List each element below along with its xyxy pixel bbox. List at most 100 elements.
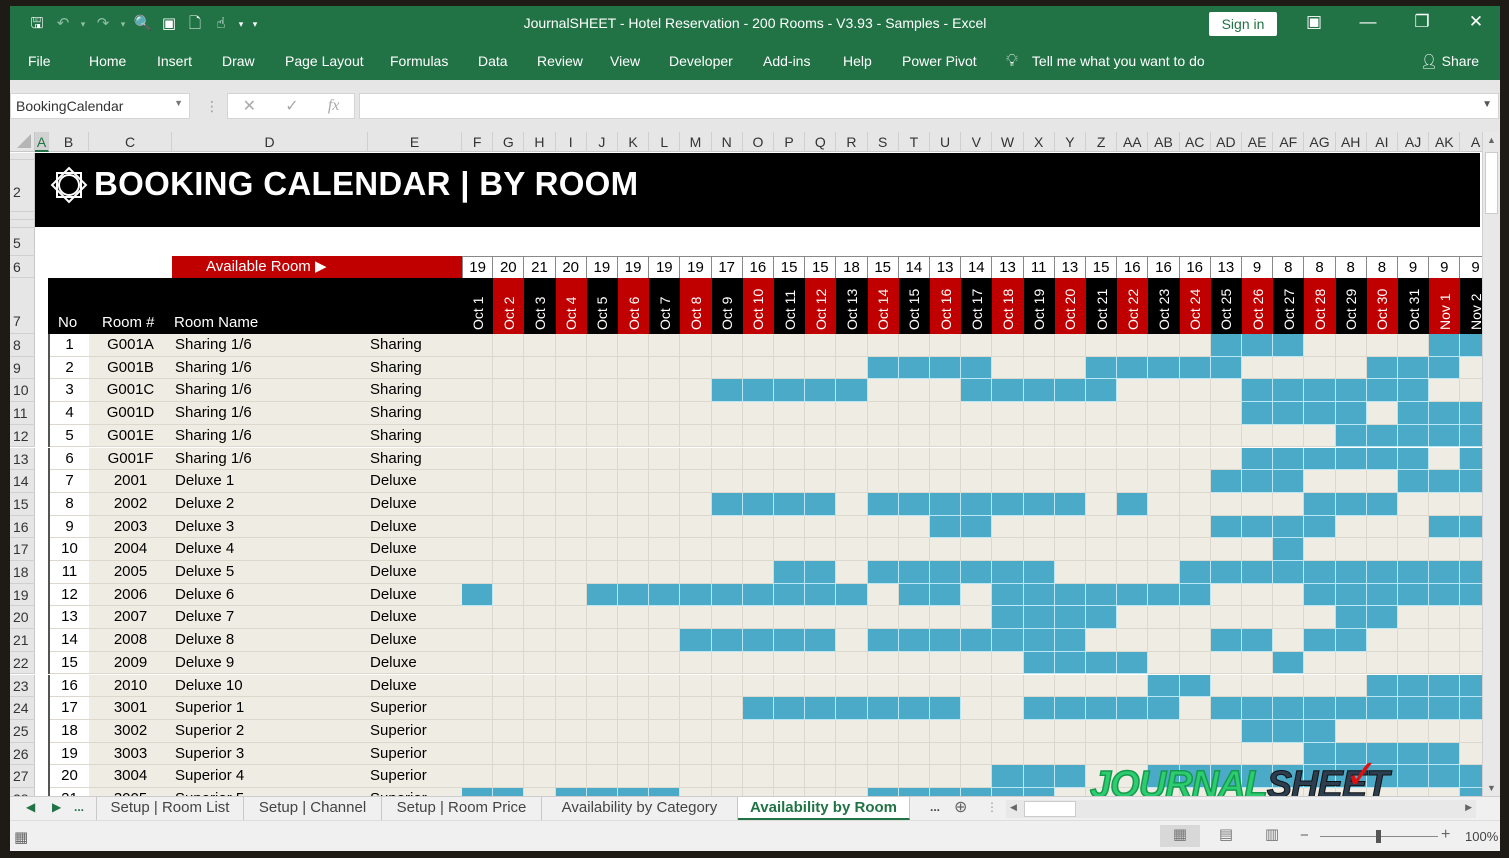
booked-cell[interactable] [992, 606, 1024, 630]
available-cell[interactable] [867, 583, 899, 607]
available-cell[interactable] [1398, 651, 1430, 675]
available-cell[interactable] [1117, 447, 1149, 471]
available-cell[interactable] [805, 674, 837, 698]
macro-record-icon[interactable]: ▦ [14, 828, 28, 846]
available-cell[interactable] [1117, 379, 1149, 403]
available-cell[interactable] [1242, 538, 1274, 561]
booked-cell[interactable] [774, 379, 806, 403]
booked-cell[interactable] [1335, 447, 1367, 471]
available-cell[interactable] [1304, 334, 1336, 357]
booked-cell[interactable] [1398, 674, 1430, 698]
room-no-cell[interactable]: 9 [50, 515, 89, 539]
available-cell[interactable] [1429, 447, 1461, 471]
room-no-cell[interactable]: 14 [50, 629, 89, 652]
room-no-cell[interactable]: 21 [50, 788, 89, 796]
room-name-cell[interactable]: Sharing 1/6 [172, 447, 368, 471]
available-cell[interactable] [742, 719, 774, 743]
column-header-u[interactable]: U [930, 132, 962, 152]
available-cell[interactable] [524, 674, 556, 698]
date-header[interactable]: Oct 28 [1304, 278, 1336, 334]
sheet-tab-room-price[interactable]: Setup | Room Price [382, 797, 542, 820]
row-header-6[interactable]: 6 [10, 256, 35, 278]
sheet-tab-channel[interactable]: Setup | Channel [244, 797, 382, 820]
available-cell[interactable] [898, 651, 930, 675]
available-cell[interactable] [774, 651, 806, 675]
available-cell[interactable] [992, 447, 1024, 471]
room-number-cell[interactable]: 2004 [89, 538, 172, 561]
booked-cell[interactable] [1086, 606, 1118, 630]
booked-cell[interactable] [1273, 470, 1305, 493]
available-cell[interactable] [805, 402, 837, 425]
available-cell[interactable] [524, 515, 556, 539]
room-name-cell[interactable]: Sharing 1/6 [172, 356, 368, 380]
available-cell[interactable] [1366, 334, 1398, 357]
available-cell[interactable] [1148, 719, 1180, 743]
tab-insert[interactable]: Insert [157, 53, 192, 69]
row-header-22[interactable]: 22 [10, 651, 35, 675]
available-cell[interactable] [774, 334, 806, 357]
available-cell[interactable] [867, 424, 899, 448]
available-cell[interactable] [1148, 651, 1180, 675]
sign-in-button[interactable]: Sign in [1209, 12, 1277, 36]
room-name-cell[interactable]: Superior 3 [172, 742, 368, 766]
booked-cell[interactable] [1148, 697, 1180, 720]
booked-cell[interactable] [649, 583, 681, 607]
date-header[interactable]: Oct 15 [898, 278, 930, 334]
available-cell[interactable] [493, 629, 525, 652]
tab-data[interactable]: Data [478, 53, 508, 69]
booked-cell[interactable] [1304, 697, 1336, 720]
available-cell[interactable] [1179, 651, 1211, 675]
booked-cell[interactable] [1366, 356, 1398, 380]
room-number-cell[interactable]: 2001 [89, 470, 172, 493]
available-cell[interactable] [1086, 402, 1118, 425]
available-cell[interactable] [1273, 492, 1305, 516]
room-number-cell[interactable]: G001A [89, 334, 172, 357]
cancel-icon[interactable]: ✕ [243, 96, 256, 116]
booked-cell[interactable] [1335, 629, 1367, 652]
available-cell[interactable] [742, 515, 774, 539]
column-header-a[interactable]: A [35, 132, 49, 152]
available-cell[interactable] [711, 788, 743, 796]
available-cell[interactable] [711, 697, 743, 720]
available-cell[interactable] [1304, 470, 1336, 493]
available-cell[interactable] [586, 492, 618, 516]
available-cell[interactable] [992, 515, 1024, 539]
row-header-19[interactable]: 19 [10, 583, 35, 607]
available-cell[interactable] [462, 651, 494, 675]
available-cell[interactable] [649, 424, 681, 448]
available-cell[interactable] [618, 719, 650, 743]
available-cell[interactable] [1398, 788, 1430, 796]
available-cell[interactable] [836, 674, 868, 698]
booked-cell[interactable] [836, 379, 868, 403]
room-name-cell[interactable]: Deluxe 3 [172, 515, 368, 539]
tab-formulas[interactable]: Formulas [390, 53, 448, 69]
booked-cell[interactable] [1242, 697, 1274, 720]
available-cell[interactable] [1210, 447, 1242, 471]
booked-cell[interactable] [930, 788, 962, 796]
booked-cell[interactable] [742, 629, 774, 652]
horizontal-scrollbar[interactable]: ◀ ▶ [1006, 800, 1476, 818]
booked-cell[interactable] [1366, 492, 1398, 516]
booked-cell[interactable] [1304, 447, 1336, 471]
available-cell[interactable] [805, 334, 837, 357]
booked-cell[interactable] [1210, 334, 1242, 357]
booked-cell[interactable] [1242, 719, 1274, 743]
booked-cell[interactable] [1429, 356, 1461, 380]
room-category-cell[interactable]: Sharing [368, 356, 462, 380]
room-no-cell[interactable]: 7 [50, 470, 89, 493]
date-header[interactable]: Oct 12 [805, 278, 837, 334]
available-cell[interactable] [649, 402, 681, 425]
booked-cell[interactable] [774, 492, 806, 516]
available-cell[interactable] [555, 334, 587, 357]
available-cell[interactable] [898, 379, 930, 403]
booked-cell[interactable] [1086, 583, 1118, 607]
available-cell[interactable] [992, 470, 1024, 493]
available-cell[interactable] [898, 742, 930, 766]
available-cell[interactable] [649, 742, 681, 766]
booked-cell[interactable] [1429, 470, 1461, 493]
available-cell[interactable] [524, 719, 556, 743]
available-cell[interactable] [742, 356, 774, 380]
available-cell[interactable] [1023, 356, 1055, 380]
available-cell[interactable] [805, 356, 837, 380]
available-cell[interactable] [493, 492, 525, 516]
